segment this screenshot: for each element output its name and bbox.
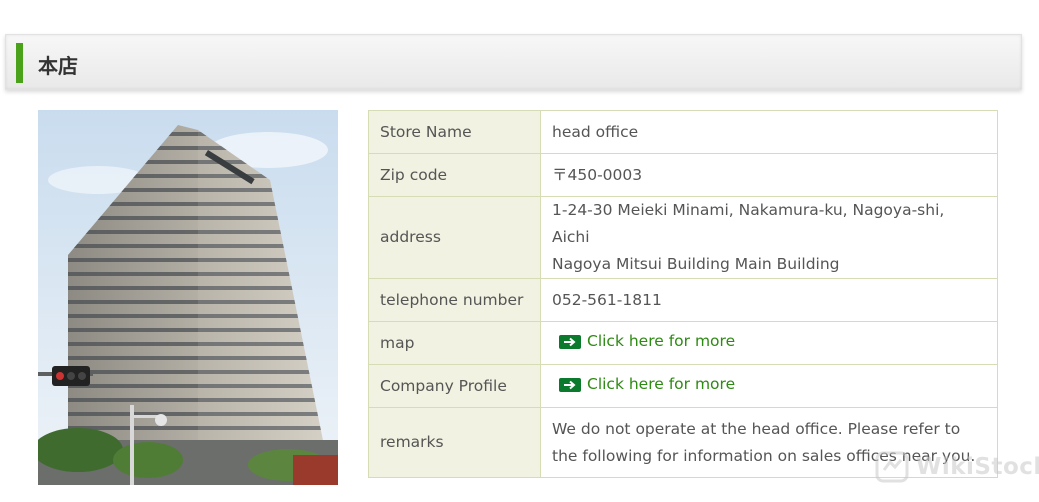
address-value: 1-24-30 Meieki Minami, Nakamura-ku, Nago… (540, 196, 998, 279)
row-label: Company Profile (368, 364, 541, 408)
section-accent-bar (16, 43, 23, 83)
address-line-2: Nagoya Mitsui Building Main Building (552, 255, 840, 273)
map-more-link-text: Click here for more (587, 332, 736, 351)
table-row: Zip code 〒450-0003 (368, 153, 998, 197)
row-value: head office (540, 110, 998, 154)
watermark: WikiStock (872, 448, 1039, 488)
wikistock-logo (875, 451, 909, 483)
company-profile-more-link[interactable]: Click here for more (559, 371, 735, 398)
arrow-right-icon (559, 334, 581, 349)
row-value: 052-561-1811 (540, 278, 998, 322)
building-photo (38, 110, 338, 485)
table-row: Store Name head office (368, 110, 998, 154)
table-row: address 1-24-30 Meieki Minami, Nakamura-… (368, 196, 998, 279)
company-profile-more-link-text: Click here for more (587, 375, 736, 394)
row-value: 〒450-0003 (540, 153, 998, 197)
store-info-table: Store Name head office Zip code 〒450-000… (368, 110, 998, 478)
table-row: Company Profile Click here for more (368, 364, 998, 408)
arrow-right-icon (559, 377, 581, 392)
row-value: Click here for more (540, 364, 998, 408)
row-label: Store Name (368, 110, 541, 154)
store-info-page: 本店 Store Name head office Zip code 〒450-… (0, 0, 1039, 502)
map-more-link[interactable]: Click here for more (559, 328, 735, 355)
row-label: telephone number (368, 278, 541, 322)
row-label: remarks (368, 407, 541, 478)
row-label: address (368, 196, 541, 279)
table-row: map Click here for more (368, 321, 998, 365)
row-label: map (368, 321, 541, 365)
row-label: Zip code (368, 153, 541, 197)
section-title: 本店 (38, 54, 78, 78)
watermark-text: WikiStock (916, 454, 1039, 480)
address-line-1: 1-24-30 Meieki Minami, Nakamura-ku, Nago… (552, 201, 945, 246)
row-value: Click here for more (540, 321, 998, 365)
table-row: telephone number 052-561-1811 (368, 278, 998, 322)
section-header: 本店 (5, 34, 1022, 90)
